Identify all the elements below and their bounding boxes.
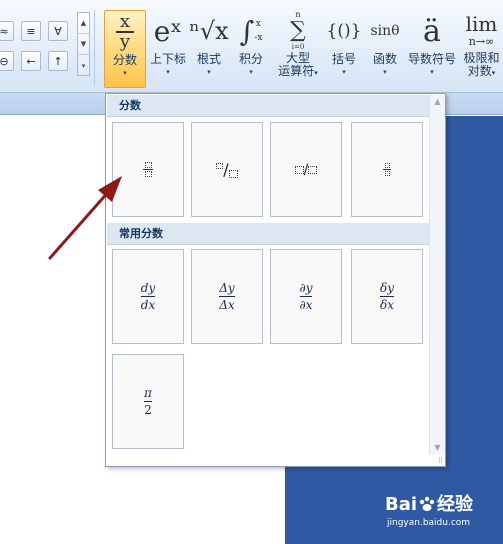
- baidu-paw-icon: [419, 496, 435, 511]
- watermark-brand-left: Bai: [385, 494, 418, 515]
- baidu-watermark: Bai 经验 jingyan.baidu.com: [385, 490, 473, 528]
- watermark-brand-right: 经验: [437, 494, 474, 515]
- annotation-arrow: [48, 176, 122, 260]
- annotation-arrow-shaft: [48, 188, 112, 260]
- watermark-url: jingyan.baidu.com: [387, 518, 471, 528]
